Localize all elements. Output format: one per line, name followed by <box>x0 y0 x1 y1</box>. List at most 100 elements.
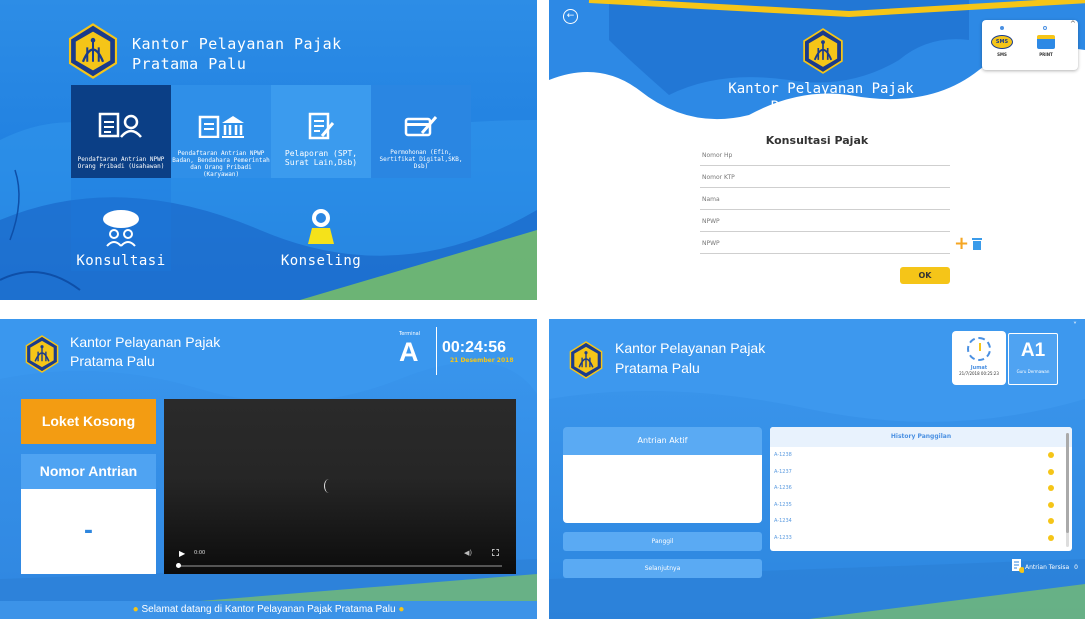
id-card-person-icon <box>98 112 142 138</box>
tile-caption: Pendaftaran Antrian NPWP Orang Pribadi (… <box>77 156 165 170</box>
play-icon[interactable]: ▶ <box>179 549 185 558</box>
operator-panel: Kantor Pelayanan Pajak Pratama Palu ˅ Ju… <box>549 319 1085 619</box>
printer-icon <box>1037 35 1055 49</box>
recall-icon[interactable] <box>1048 534 1054 541</box>
footer-logo-left: ● <box>132 604 139 615</box>
back-icon[interactable]: ← <box>563 9 578 24</box>
tile-caption: Konsultasi <box>76 253 166 269</box>
recall-icon[interactable] <box>1048 468 1054 475</box>
queue-code: A1 <box>1020 340 1046 361</box>
office-title: Kantor Pelayanan Pajak Pratama Palu <box>615 338 765 378</box>
title-line-1: Kantor Pelayanan Pajak <box>728 81 914 97</box>
print-label: PRINT <box>1039 52 1053 57</box>
history-number: A-1235 <box>774 501 792 508</box>
scrollbar-thumb[interactable] <box>1066 433 1069 533</box>
date: 21 Desember 2018 <box>450 357 514 364</box>
tile-konsultasi[interactable]: Konsultasi <box>71 178 171 271</box>
tersisa-value: 0 <box>1074 564 1078 571</box>
scrollbar[interactable] <box>1066 433 1069 547</box>
tile-caption: Permohonan (Efin, Sertifikat Digital,SKB… <box>379 149 463 170</box>
footer-logo-right: ● <box>398 604 405 615</box>
history-row[interactable]: A-1235 <box>770 497 1072 514</box>
nomor-antrian-value: - <box>21 489 156 574</box>
antrian-aktif-box <box>563 455 762 523</box>
progress-track[interactable] <box>178 565 502 567</box>
antrian-tersisa: Antrian Tersisa 0 <box>1025 564 1078 571</box>
history-row[interactable]: A-1237 <box>770 464 1072 481</box>
loket-status: Loket Kosong <box>21 399 156 444</box>
id-card-bank-icon <box>198 115 244 138</box>
name-field[interactable]: Nama <box>700 188 950 210</box>
antrian-aktif-header: Antrian Aktif <box>563 427 762 455</box>
tersisa-label: Antrian Tersisa <box>1025 564 1070 571</box>
ok-button[interactable]: OK <box>900 267 950 284</box>
volume-icon[interactable]: ◀) <box>464 549 472 557</box>
clock: 00:24:56 <box>442 339 507 356</box>
kemenkeu-logo <box>569 341 603 379</box>
date-card: Jumat 21/7/2018 00:25:23 <box>952 331 1006 385</box>
office-title: Kantor Pelayanan Pajak Pratama Palu <box>549 80 1085 116</box>
recall-icon[interactable] <box>1048 485 1054 491</box>
history-number: A-1234 <box>774 518 792 524</box>
history-header: History Panggilan <box>770 427 1072 447</box>
queue-sub: Guru Dermawan <box>1016 369 1050 374</box>
kemenkeu-logo <box>803 28 843 74</box>
kemenkeu-logo <box>25 335 59 373</box>
npwp-field-1[interactable]: NPWP <box>700 210 950 232</box>
konsultasi-form-panel: ← Kantor Pelayanan Pajak Pratama Palu ^ … <box>549 0 1085 300</box>
tile-konseling[interactable]: Konseling <box>271 178 371 271</box>
history-row[interactable]: A-1238 <box>770 447 1072 464</box>
tile-npwp-usahawan[interactable]: Pendaftaran Antrian NPWP Orang Pribadi (… <box>71 85 171 178</box>
video-time: 0:00 <box>194 550 206 556</box>
clock-date: 21/7/2018 00:25:23 <box>959 371 999 376</box>
report-edit-icon <box>308 112 335 140</box>
title-line-1: Kantor Pelayanan Pajak <box>70 334 221 350</box>
collapse-icon[interactable]: ^ <box>1070 20 1076 28</box>
print-button[interactable]: PRINT <box>1034 35 1058 63</box>
recall-icon[interactable] <box>1048 518 1054 524</box>
recall-icon[interactable] <box>1048 452 1054 458</box>
tile-npwp-badan[interactable]: Pendaftaran Antrian NPWP Badan, Bendahar… <box>171 85 271 178</box>
history-number: A-1233 <box>774 534 792 541</box>
footer-text: Selamat datang di Kantor Pelayanan Pajak… <box>141 604 396 615</box>
sms-button[interactable]: SMS SMS <box>990 35 1014 63</box>
kemenkeu-logo <box>68 23 118 79</box>
history-number: A-1237 <box>774 468 792 475</box>
ktp-field[interactable]: Nomor KTP <box>700 166 950 188</box>
tile-permohonan[interactable]: Permohonan (Efin, Sertifikat Digital,SKB… <box>371 85 471 178</box>
tile-caption: Pendaftaran Antrian NPWP Badan, Bendahar… <box>172 150 270 178</box>
expand-icon[interactable]: ˅ <box>1073 321 1077 330</box>
title-line-1: Kantor Pelayanan Pajak <box>132 35 342 53</box>
history-row[interactable]: A-1234 <box>770 513 1072 530</box>
add-icon[interactable]: + <box>954 235 969 253</box>
history-panel: History Panggilan A-1238 A-1237 A-1236 A… <box>770 427 1072 551</box>
queue-list-icon <box>1012 559 1024 573</box>
selanjutnya-button[interactable]: Selanjutnya <box>563 559 762 578</box>
terminal-value: A <box>399 337 419 367</box>
nomor-antrian-label: Nomor Antrian <box>21 454 156 489</box>
fullscreen-icon[interactable] <box>492 549 499 556</box>
history-number: A-1238 <box>774 452 792 458</box>
recall-icon[interactable] <box>1048 501 1054 508</box>
title-line-2: Pratama Palu <box>615 360 700 376</box>
counseling-person-icon <box>308 209 334 244</box>
office-title: Kantor Pelayanan Pajak Pratama Palu <box>70 333 220 371</box>
title-line-1: Kantor Pelayanan Pajak <box>615 340 766 356</box>
phone-field[interactable]: Nomor Hp <box>700 144 950 166</box>
tile-caption: Pelaporan (SPT, Surat Lain,Dsb) <box>284 149 358 167</box>
history-number: A-1236 <box>774 485 792 491</box>
progress-handle[interactable] <box>176 563 181 568</box>
trash-icon[interactable] <box>972 237 982 250</box>
print-indicator <box>1043 26 1047 30</box>
panggil-button[interactable]: Panggil <box>563 532 762 551</box>
history-row[interactable]: A-1233 <box>770 530 1072 547</box>
consultation-people-icon <box>103 210 139 247</box>
history-row[interactable]: A-1236 <box>770 480 1072 497</box>
video-player[interactable]: ▶ 0:00 ◀) <box>164 399 516 574</box>
welcome-footer: ● Selamat datang di Kantor Pelayanan Paj… <box>0 601 537 619</box>
tile-caption: Konseling <box>280 253 362 269</box>
tile-pelaporan[interactable]: Pelaporan (SPT, Surat Lain,Dsb) <box>271 85 371 178</box>
npwp-field-2[interactable]: NPWP <box>700 232 950 254</box>
display-panel: Kantor Pelayanan Pajak Pratama Palu Term… <box>0 319 537 619</box>
title-line-2: Pratama Palu <box>70 353 155 369</box>
